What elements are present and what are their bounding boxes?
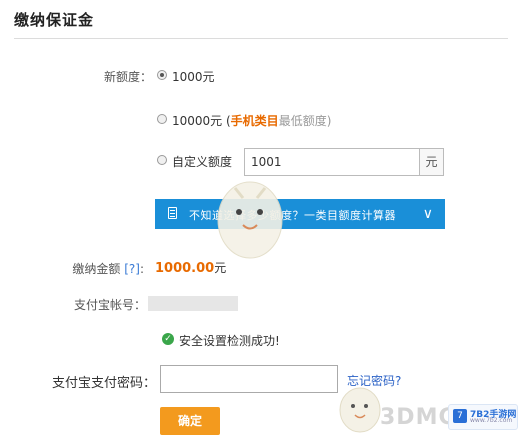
total-help-link[interactable]: [?] (124, 262, 140, 276)
option-10000-text: 10000元 ( (172, 114, 231, 128)
total-amount-value: 1000.00 (155, 261, 215, 276)
total-amount: 1000.00元 (155, 259, 226, 276)
total-amount-unit: 元 (214, 261, 227, 275)
document-icon (168, 207, 177, 219)
security-ok-text: 安全设置检测成功! (179, 334, 280, 348)
radio-custom[interactable] (157, 155, 167, 165)
custom-amount-unit: 元 (420, 148, 444, 176)
watermark-7b2-logo: 7 7B2手游网 www.7b2.com (448, 404, 518, 430)
alipay-account-label: 支付宝帐号： (73, 298, 146, 312)
chevron-down-icon[interactable]: ∨ (423, 206, 433, 222)
logo-subtitle: www.7b2.com (470, 417, 513, 424)
page-title: 缴纳保证金 (14, 11, 95, 29)
check-circle-icon: ✓ (162, 333, 174, 345)
option-1000-label: 1000元 (172, 70, 215, 84)
option-10000-label: 10000元 (手机类目最低额度) (172, 112, 331, 129)
confirm-button[interactable]: 确定 (160, 407, 220, 435)
new-limit-label: 新额度： (103, 70, 152, 84)
alipay-password-input[interactable] (160, 365, 338, 393)
mascot-watermark (217, 181, 283, 259)
option-10000-highlight: 手机类目 (230, 114, 279, 128)
total-label: 缴纳金额 [?]: (60, 260, 144, 277)
watermark-3dm-text: 3DMG (380, 405, 458, 430)
limit-calculator-bar[interactable]: 不知道选择多少额度？一类目额度计算器 ∨ (155, 199, 445, 229)
header-divider (14, 38, 508, 39)
radio-10000[interactable] (157, 114, 167, 124)
alipay-account-value (148, 296, 238, 311)
option-10000-suffix: 最低额度) (278, 114, 332, 128)
option-custom-label: 自定义额度 (172, 155, 233, 169)
radio-1000[interactable] (157, 70, 167, 80)
total-label-text: 缴纳金额 (72, 262, 121, 276)
total-label-colon: : (139, 262, 144, 276)
alipay-password-label: 支付宝支付密码： (51, 376, 156, 391)
logo-icon: 7 (453, 409, 467, 423)
